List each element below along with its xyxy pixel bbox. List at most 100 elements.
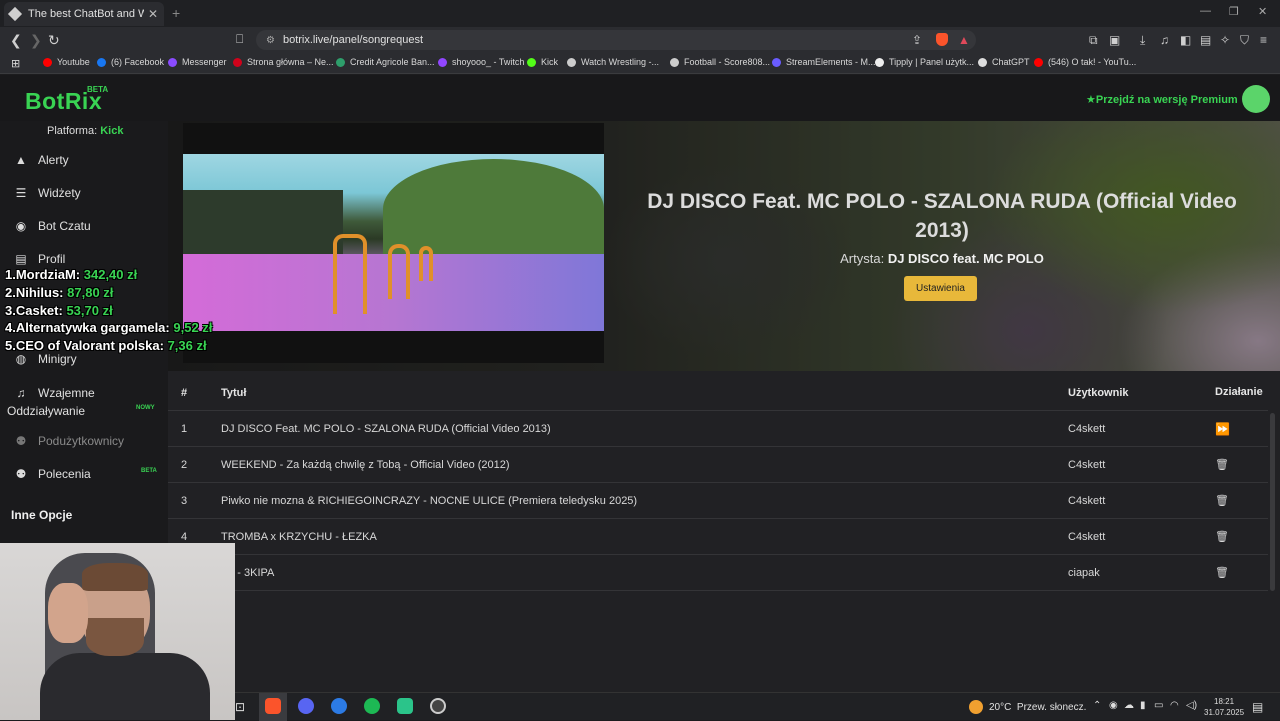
back-icon[interactable]: ❮ (10, 32, 22, 49)
users-icon: ⚉ (15, 434, 27, 448)
volume-icon[interactable]: ◁) (1186, 700, 1197, 711)
section-other-options: Inne Opcje (11, 508, 73, 522)
extensions-icon[interactable]: ⧉ (1089, 33, 1098, 48)
leo-ai-icon[interactable]: ✧ (1220, 33, 1230, 47)
header-title: Tytuł (221, 387, 247, 399)
sidebar-item-label-line2: Oddziaływanie (7, 404, 86, 418)
sidebar-item-profil[interactable]: ▤ Profil (14, 252, 65, 266)
media-icon[interactable]: ♫ (1160, 33, 1169, 47)
obs-taskbar-icon[interactable] (430, 698, 446, 714)
bookmark-item[interactable]: ChatGPT (978, 57, 1030, 67)
bookmark-favicon-icon (336, 57, 345, 67)
user-avatar[interactable] (1242, 85, 1270, 113)
sidebar-item-wzajemne-oddzialywanie[interactable]: ♫ Wzajemne (14, 386, 95, 400)
star-icon: ★ (1086, 94, 1096, 106)
users-icon: ⚉ (15, 467, 27, 481)
vpn-icon[interactable]: ⛉ (1240, 33, 1249, 48)
donor-name: CEO of Valorant polska: (15, 338, 164, 354)
brave-rewards-icon[interactable]: ▲ (958, 33, 970, 47)
trash-icon[interactable]: 🗑 (1215, 494, 1229, 507)
video-player[interactable] (183, 123, 604, 363)
sidebar-item-polecenia[interactable]: ⚉ Polecenia (14, 467, 91, 481)
bookmark-icon[interactable]: ⎕ (236, 32, 243, 47)
trash-icon[interactable]: 🗑 (1215, 530, 1229, 543)
brave-taskbar-icon[interactable] (265, 698, 281, 714)
share-icon[interactable]: ⇪ (912, 33, 922, 47)
discord-taskbar-icon[interactable] (298, 698, 314, 714)
restore-icon[interactable]: ❐ (1229, 5, 1239, 18)
close-window-icon[interactable]: ✕ (1258, 5, 1267, 18)
sidebar-item-widzety[interactable]: ☰ Widżety (14, 186, 81, 200)
app-taskbar-icon[interactable] (331, 698, 347, 714)
bookmark-item[interactable]: shoyooo_ - Twitch (438, 57, 524, 67)
bookmark-item[interactable]: Credit Agricole Ban... (336, 57, 435, 67)
tab-view-icon[interactable]: ▣ (1109, 33, 1120, 47)
sidebar-item-poduzytkownicy[interactable]: ⚉ Podużytkownicy (14, 434, 124, 448)
new-tab-icon[interactable]: + (172, 5, 180, 21)
sun-icon (969, 700, 983, 714)
donor-name: Nihilus: (15, 284, 64, 300)
row-user: C4skett (1068, 531, 1106, 543)
bookmark-item[interactable]: Messenger (168, 57, 227, 67)
bookmark-label: (546) O tak! - YouTu... (1048, 57, 1137, 67)
bookmark-label: StreamElements - M... (786, 57, 876, 67)
app-header: BotRix BETA ★Przejdź na wersję Premium (0, 75, 1280, 121)
apps-grid-icon[interactable]: ⊞ (11, 57, 20, 70)
bookmark-favicon-icon (670, 57, 679, 67)
sidebar-toggle-icon[interactable]: ◧ (1180, 33, 1191, 47)
wallet-icon[interactable]: ▤ (1200, 33, 1211, 47)
tray-expand-icon[interactable]: ⌃ (1093, 700, 1101, 711)
trash-icon[interactable]: 🗑 (1215, 566, 1229, 579)
bookmark-item[interactable]: Youtube (43, 57, 90, 67)
wifi-icon[interactable]: ◠ (1170, 700, 1179, 711)
brave-shields-icon[interactable] (936, 33, 948, 46)
bookmark-favicon-icon (875, 57, 884, 67)
trash-icon[interactable]: 🗑 (1215, 458, 1229, 471)
menu-icon[interactable]: ≡ (1260, 33, 1267, 47)
bookmark-item[interactable]: Strona główna – Ne... (233, 57, 334, 67)
app-green-taskbar-icon[interactable] (397, 698, 413, 714)
system-clock[interactable]: 18:21 31.07.2025 (1204, 696, 1244, 718)
sidebar-item-bot-czatu[interactable]: ◉ Bot Czatu (14, 219, 91, 233)
header-action: Działanie (1215, 386, 1263, 398)
download-icon[interactable]: ⤓ (1140, 33, 1145, 48)
tray-app-icon[interactable]: ◉ (1109, 700, 1118, 711)
artist-label: Artysta: (840, 251, 885, 266)
skip-icon[interactable]: ⏩ (1215, 422, 1230, 436)
clock-time: 18:21 (1214, 697, 1235, 706)
sidebar-item-alerty[interactable]: ▲ Alerty (14, 153, 69, 167)
url-field[interactable]: ⚙ botrix.live/panel/songrequest (256, 30, 976, 50)
reload-icon[interactable]: ↻ (48, 32, 60, 49)
settings-button[interactable]: Ustawienia (904, 276, 977, 301)
browser-tab[interactable]: The best ChatBot and Widge ✕ (4, 2, 164, 26)
sidebar-item-label: Polecenia (38, 467, 91, 481)
bookmark-item[interactable]: (6) Facebook (97, 57, 164, 67)
bookmark-item[interactable]: Football - Score808... (670, 57, 770, 67)
weather-widget[interactable]: 20°C Przew. słonecz. (969, 700, 1086, 714)
forward-icon[interactable]: ❯ (30, 32, 42, 49)
notifications-icon[interactable]: ▤ (1252, 700, 1263, 714)
now-playing-hero: DJ DISCO Feat. MC POLO - SZALONA RUDA (O… (168, 121, 1280, 371)
microphone-icon[interactable]: ▮ (1140, 700, 1146, 711)
beta-badge: BETA (141, 468, 157, 474)
scrollbar[interactable] (1270, 413, 1275, 591)
cloud-icon[interactable]: ☁ (1124, 700, 1134, 711)
bookmark-item[interactable]: Kick (527, 57, 558, 67)
video-building (183, 190, 343, 256)
bookmark-item[interactable]: Tipply | Panel użytk... (875, 57, 974, 67)
browser-tab-bar: The best ChatBot and Widge ✕ + — ❐ ✕ (0, 0, 1280, 27)
video-rack (333, 234, 367, 314)
premium-link[interactable]: ★Przejdź na wersję Premium (1086, 93, 1238, 106)
task-view-icon[interactable]: ⊡ (235, 700, 245, 714)
donor-amount: 7,36 zł (167, 338, 207, 354)
bookmark-item[interactable]: Watch Wrestling -... (567, 57, 659, 67)
spotify-taskbar-icon[interactable] (364, 698, 380, 714)
minimize-icon[interactable]: — (1200, 5, 1211, 17)
table-row: 4 TROMBA x KRZYCHU - ŁEZKA C4skett 🗑 (168, 519, 1268, 555)
network-icon[interactable]: ▭ (1154, 700, 1163, 711)
close-tab-icon[interactable]: ✕ (148, 7, 158, 21)
bookmark-item[interactable]: (546) O tak! - YouTu... (1034, 57, 1136, 67)
site-info-icon[interactable]: ⚙ (266, 35, 275, 46)
new-badge: NOWY (136, 405, 155, 411)
bookmark-item[interactable]: StreamElements - M... (772, 57, 876, 67)
